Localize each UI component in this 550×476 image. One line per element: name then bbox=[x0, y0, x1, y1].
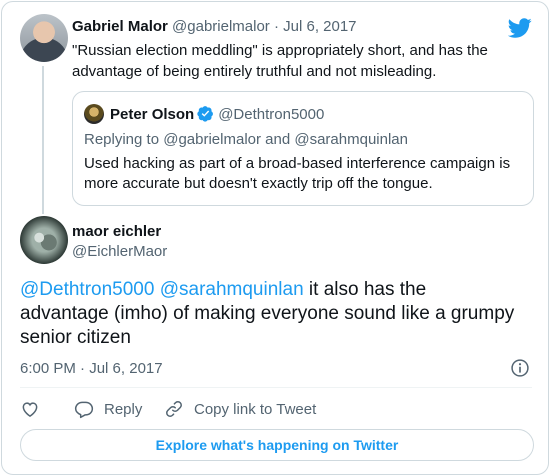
avatar[interactable] bbox=[20, 216, 68, 264]
main-tweet-text: @Dethtron5000 @sarahmquinlan it also has… bbox=[20, 278, 520, 350]
author-handle[interactable]: @Dethtron5000 bbox=[218, 106, 324, 123]
mention-link[interactable]: @Dethtron5000 bbox=[20, 279, 154, 300]
author-name[interactable]: maor eichler bbox=[72, 223, 161, 241]
avatar[interactable] bbox=[84, 104, 104, 124]
quoted-tweet-header: Peter Olson @Dethtron5000 bbox=[110, 105, 324, 124]
heart-icon bbox=[22, 402, 38, 417]
parent-tweet[interactable]: Gabriel Malor @gabrielmalor · Jul 6, 201… bbox=[2, 2, 548, 214]
like-button[interactable] bbox=[20, 398, 40, 420]
author-name[interactable]: Peter Olson bbox=[110, 106, 194, 123]
replying-to-user[interactable]: @sarahmquinlan bbox=[294, 131, 408, 148]
replying-to-user[interactable]: @gabrielmalor bbox=[163, 131, 261, 148]
reply-bubble-icon bbox=[74, 401, 94, 419]
copy-link-label: Copy link to Tweet bbox=[194, 400, 317, 418]
tweet-date[interactable]: Jul 6, 2017 bbox=[283, 18, 356, 35]
avatar[interactable] bbox=[20, 14, 68, 62]
meta-separator: · bbox=[75, 360, 90, 377]
tweet-date[interactable]: Jul 6, 2017 bbox=[89, 360, 162, 377]
copy-link-button[interactable]: Copy link to Tweet bbox=[164, 398, 316, 420]
parent-tweet-header: Gabriel Malor @gabrielmalor · Jul 6, 201… bbox=[72, 18, 357, 36]
quoted-tweet-text: Used hacking as part of a broad-based in… bbox=[84, 155, 511, 192]
verified-badge-icon bbox=[197, 106, 214, 122]
explore-twitter-button[interactable]: Explore what's happening on Twitter bbox=[20, 429, 534, 461]
reply-label: Reply bbox=[104, 400, 143, 418]
quoted-tweet[interactable]: Peter Olson @Dethtron5000 Replying to @ga… bbox=[72, 91, 534, 206]
replying-to-and: and bbox=[260, 131, 295, 148]
info-icon[interactable] bbox=[510, 358, 530, 378]
replying-to-prefix: Replying to bbox=[84, 131, 164, 148]
replying-to: Replying to @gabrielmalor and @sarahmqui… bbox=[84, 130, 408, 150]
author-handle[interactable]: @gabrielmalor bbox=[172, 18, 270, 35]
thread-connector-line bbox=[42, 66, 44, 214]
link-icon bbox=[166, 401, 182, 417]
twitter-bird-icon[interactable] bbox=[508, 16, 532, 40]
author-name[interactable]: Gabriel Malor bbox=[72, 18, 168, 35]
meta-separator: · bbox=[269, 18, 284, 35]
tweet-embed-card: Gabriel Malor @gabrielmalor · Jul 6, 201… bbox=[1, 1, 549, 475]
mention-link[interactable]: @sarahmquinlan bbox=[160, 279, 304, 300]
tweet-timestamp[interactable]: 6:00 PM · Jul 6, 2017 bbox=[20, 359, 163, 379]
reply-button[interactable]: Reply bbox=[74, 398, 142, 420]
tweet-time[interactable]: 6:00 PM bbox=[20, 360, 76, 377]
parent-tweet-text: "Russian election meddling" is appropria… bbox=[72, 42, 488, 80]
author-handle[interactable]: @EichlerMaor bbox=[72, 243, 167, 261]
divider bbox=[20, 387, 532, 388]
